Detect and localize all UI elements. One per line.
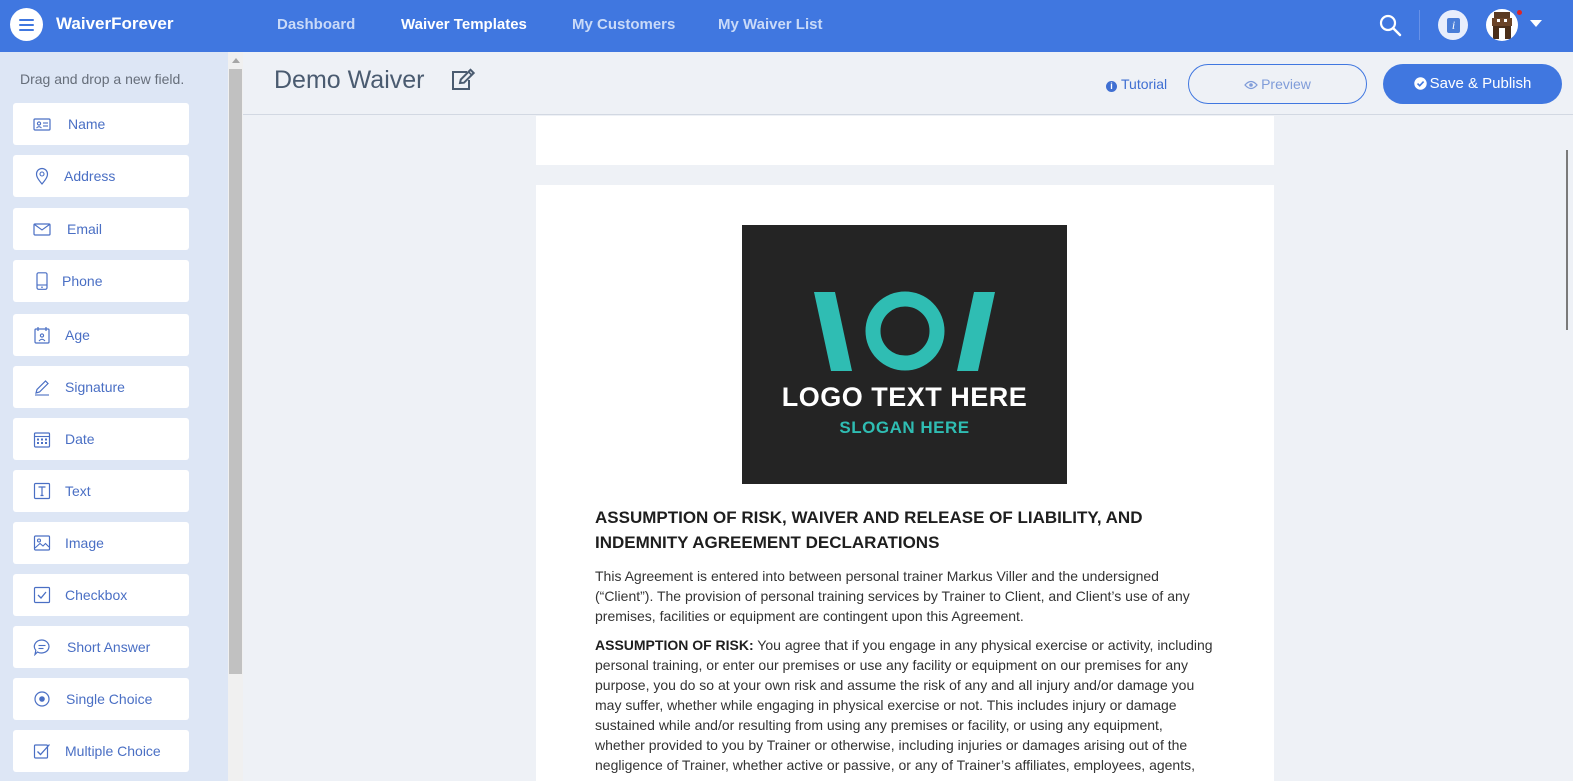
field-label: Signature	[65, 379, 125, 395]
field-label: Multiple Choice	[65, 743, 161, 759]
multi-check-icon	[33, 744, 50, 759]
nav-my-waiver-list[interactable]: My Waiver List	[718, 16, 822, 33]
calendar-icon	[33, 432, 51, 448]
field-label: Short Answer	[67, 639, 151, 655]
top-navbar: WaiverForever Dashboard Waiver Templates…	[0, 0, 1573, 52]
paragraph-lead: ASSUMPTION OF RISK:	[595, 637, 754, 653]
preview-button[interactable]: Preview	[1188, 64, 1367, 104]
field-single-choice[interactable]: Single Choice	[13, 678, 189, 720]
field-palette-sidebar: Drag and drop a new field. Name Address …	[0, 52, 228, 781]
document-page: LOGO TEXT HERE SLOGAN HERE ASSUMPTION OF…	[536, 185, 1274, 781]
field-date[interactable]: Date	[13, 418, 189, 460]
field-label: Address	[64, 168, 116, 184]
brand-name[interactable]: WaiverForever	[56, 14, 173, 34]
paragraph-body: You agree that if you engage in any phys…	[595, 637, 1213, 773]
scroll-up-arrow-icon[interactable]	[232, 58, 240, 63]
field-image[interactable]: Image	[13, 522, 189, 564]
document-paragraph[interactable]: ASSUMPTION OF RISK: You agree that if yo…	[595, 635, 1215, 775]
save-publish-button[interactable]: Save & Publish	[1383, 64, 1562, 104]
info-circle-icon: i	[1106, 81, 1117, 92]
tutorial-link[interactable]: i Tutorial	[1106, 76, 1167, 92]
pen-icon	[35, 380, 49, 396]
info-icon[interactable]: i	[1438, 10, 1468, 40]
chevron-down-icon[interactable]	[1530, 20, 1542, 27]
checkbox-icon	[33, 586, 51, 604]
waiver-title: Demo Waiver	[274, 66, 425, 94]
field-name[interactable]: Name	[13, 103, 189, 145]
document-heading[interactable]: ASSUMPTION OF RISK, WAIVER AND RELEASE O…	[595, 505, 1215, 555]
company-logo[interactable]: LOGO TEXT HERE SLOGAN HERE	[742, 225, 1067, 484]
search-icon[interactable]	[1378, 13, 1402, 37]
field-phone[interactable]: Phone	[13, 260, 189, 302]
radio-icon	[34, 691, 50, 707]
check-circle-icon	[1413, 77, 1427, 90]
nav-divider	[1419, 10, 1420, 40]
edit-icon[interactable]	[450, 68, 476, 92]
document-paragraph[interactable]: This Agreement is entered into between p…	[595, 566, 1215, 626]
editor-header	[243, 52, 1573, 115]
logo-mark-icon	[814, 291, 995, 371]
field-label: Single Choice	[66, 691, 153, 707]
nav-my-customers[interactable]: My Customers	[572, 16, 675, 33]
field-label: Date	[65, 431, 95, 447]
image-icon	[33, 535, 51, 551]
eye-icon	[1244, 80, 1258, 90]
envelope-icon	[33, 223, 51, 236]
logo-text: LOGO TEXT HERE	[781, 382, 1028, 412]
nav-waiver-templates[interactable]: Waiver Templates	[401, 16, 527, 33]
avatar[interactable]	[1486, 9, 1518, 41]
hamburger-menu-icon[interactable]	[10, 8, 43, 41]
calendar-person-icon	[34, 327, 50, 344]
field-address[interactable]: Address	[13, 155, 189, 197]
logo-slogan: SLOGAN HERE	[839, 418, 970, 437]
field-multiple-choice[interactable]: Multiple Choice	[13, 730, 189, 772]
field-short-answer[interactable]: Short Answer	[13, 626, 189, 668]
map-pin-icon	[35, 167, 49, 185]
field-signature[interactable]: Signature	[13, 366, 189, 408]
preview-label: Preview	[1261, 76, 1311, 92]
page-scrollbar[interactable]	[1566, 150, 1568, 330]
chat-icon	[33, 639, 50, 656]
field-checkbox[interactable]: Checkbox	[13, 574, 189, 616]
sidebar-hint: Drag and drop a new field.	[20, 71, 185, 87]
field-label: Text	[65, 483, 91, 499]
sidebar-scroll-thumb[interactable]	[229, 69, 242, 674]
field-label: Phone	[62, 273, 103, 289]
text-icon	[33, 482, 51, 500]
notification-dot	[1517, 10, 1522, 15]
field-age[interactable]: Age	[13, 314, 189, 356]
publish-label: Save & Publish	[1429, 75, 1532, 92]
field-label: Age	[65, 327, 90, 343]
id-card-icon	[33, 118, 51, 131]
nav-dashboard[interactable]: Dashboard	[277, 16, 355, 33]
tutorial-label: Tutorial	[1121, 76, 1168, 92]
field-label: Checkbox	[65, 587, 128, 603]
field-text[interactable]: Text	[13, 470, 189, 512]
field-email[interactable]: Email	[13, 208, 189, 250]
field-label: Name	[68, 116, 106, 132]
field-label: Image	[65, 535, 104, 551]
document-page-previous	[536, 116, 1274, 165]
field-label: Email	[67, 221, 103, 237]
phone-icon	[36, 272, 48, 290]
